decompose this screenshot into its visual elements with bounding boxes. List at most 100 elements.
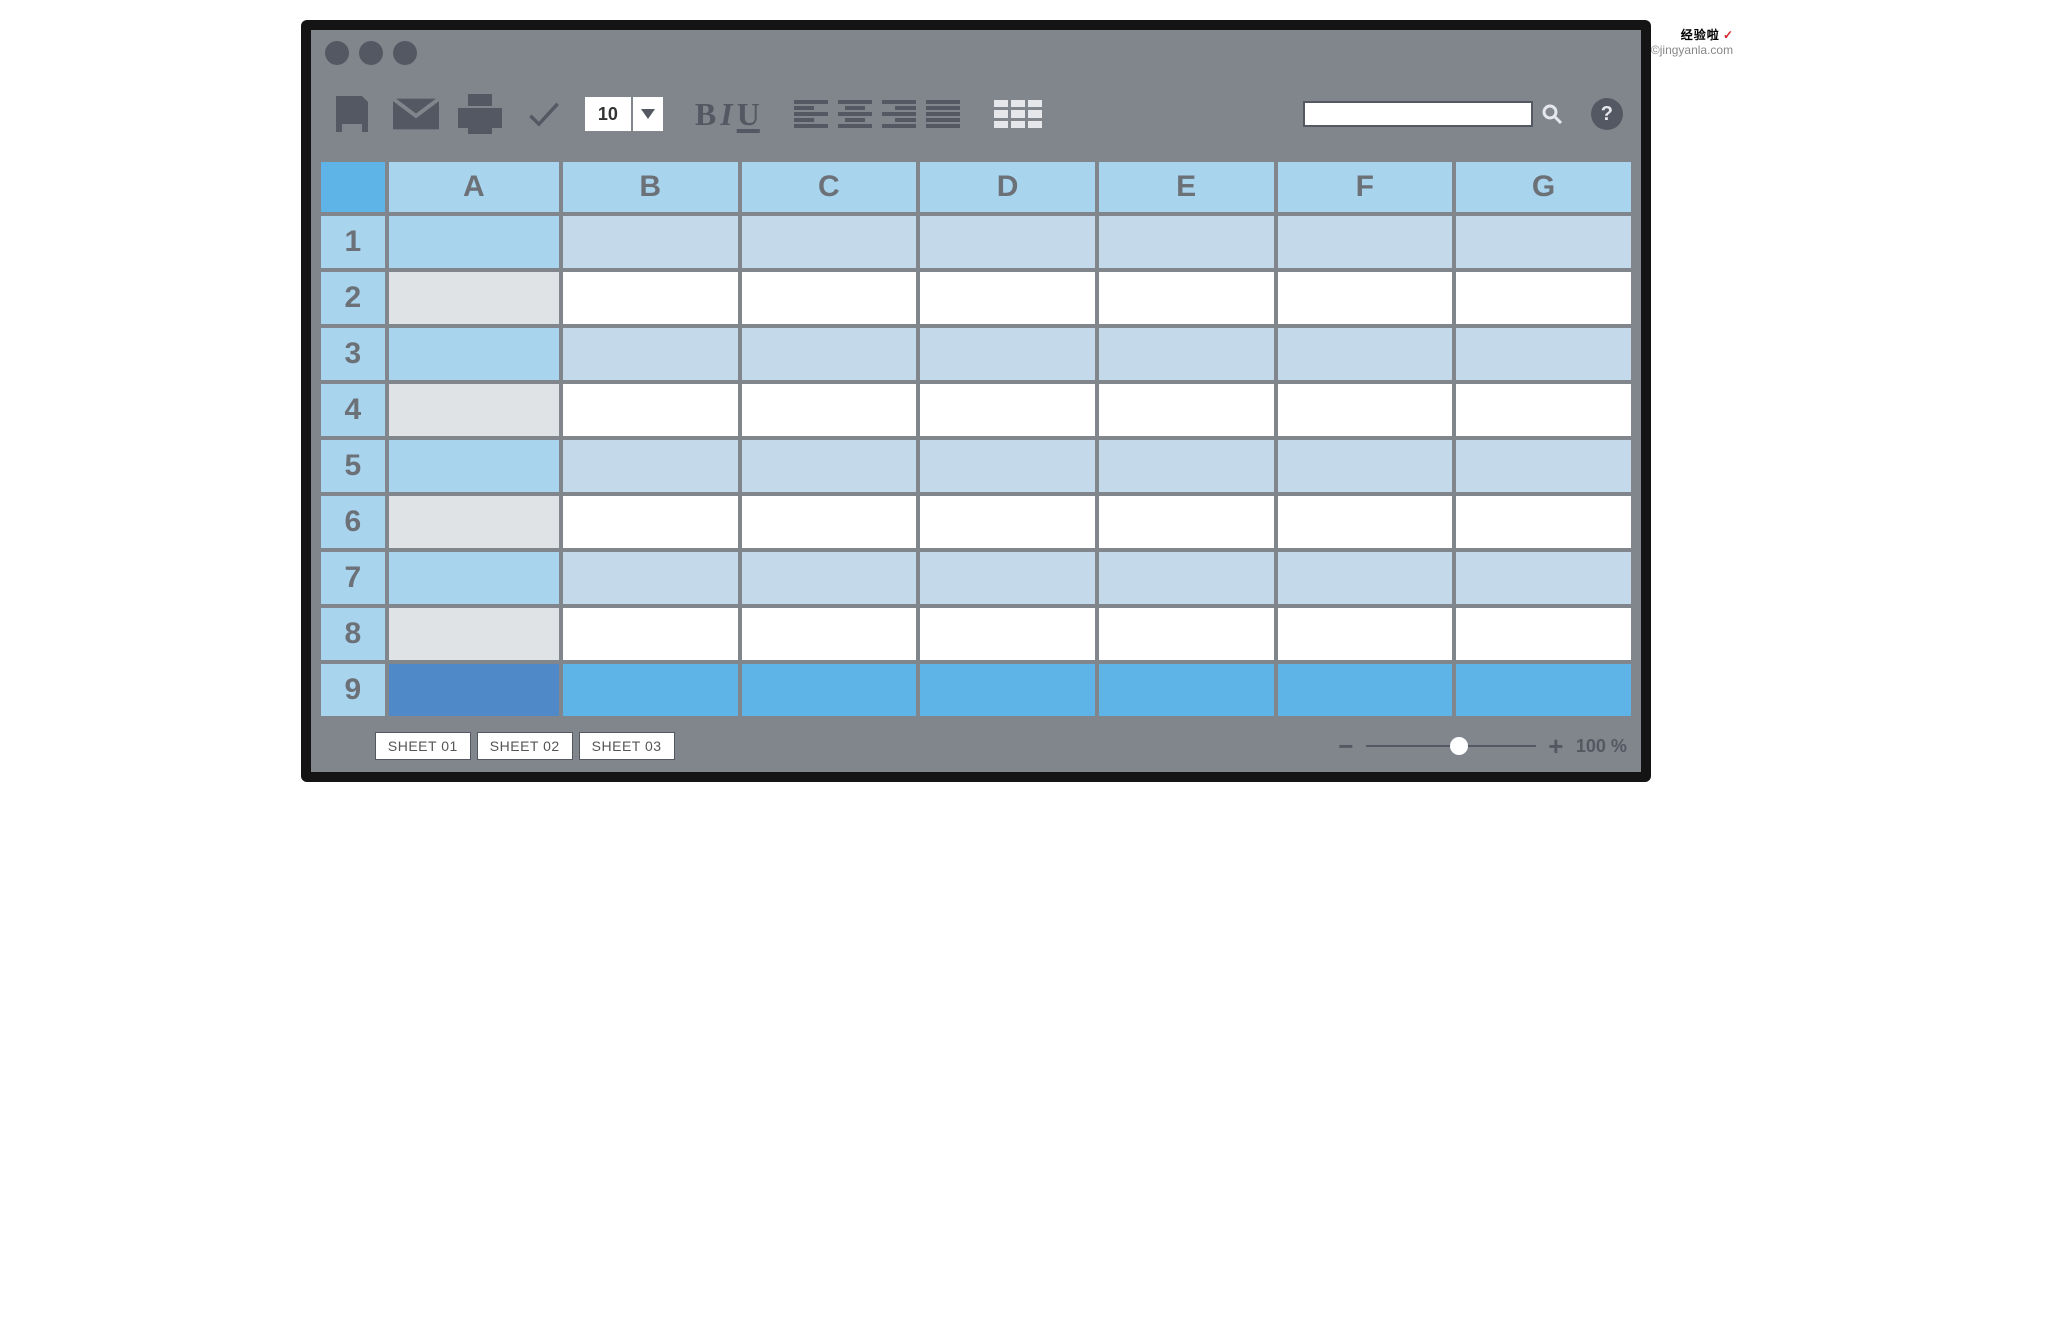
cell[interactable] [1456,552,1631,604]
select-all-corner[interactable] [321,162,385,212]
cell[interactable] [1278,664,1453,716]
italic-button[interactable]: I [720,96,732,133]
cell[interactable] [1456,440,1631,492]
cell[interactable] [563,664,738,716]
cell[interactable] [563,328,738,380]
cell[interactable] [1099,272,1274,324]
zoom-out-button[interactable]: − [1336,733,1356,759]
cell[interactable] [1278,216,1453,268]
column-header[interactable]: E [1099,162,1274,212]
cell[interactable] [1099,440,1274,492]
window-maximize-button[interactable] [393,41,417,65]
cell[interactable] [563,384,738,436]
bold-button[interactable]: B [695,96,716,133]
sheet-tab[interactable]: SHEET 02 [477,732,573,760]
cell[interactable] [1456,496,1631,548]
cell[interactable] [742,272,917,324]
cell[interactable] [1278,440,1453,492]
column-header[interactable]: A [389,162,559,212]
font-size-selector[interactable]: 10 [585,97,663,131]
cell[interactable] [389,384,559,436]
cell[interactable] [1456,272,1631,324]
cell[interactable] [389,328,559,380]
search-icon[interactable] [1541,103,1563,125]
cell[interactable] [1278,384,1453,436]
zoom-slider-knob[interactable] [1450,737,1468,755]
font-size-value[interactable]: 10 [585,97,633,131]
cell[interactable] [389,440,559,492]
cell[interactable] [742,384,917,436]
print-icon[interactable] [457,91,503,137]
cell[interactable] [389,608,559,660]
row-header[interactable]: 5 [321,440,385,492]
cell[interactable] [742,328,917,380]
cell[interactable] [1278,496,1453,548]
column-header[interactable]: D [920,162,1095,212]
checkmark-icon[interactable] [521,91,567,137]
cell[interactable] [1456,328,1631,380]
column-header[interactable]: B [563,162,738,212]
cell[interactable] [920,496,1095,548]
cell[interactable] [742,496,917,548]
cell[interactable] [920,328,1095,380]
row-header[interactable]: 6 [321,496,385,548]
column-header[interactable]: F [1278,162,1453,212]
cell[interactable] [920,384,1095,436]
cell[interactable] [1099,328,1274,380]
cell[interactable] [920,552,1095,604]
cell[interactable] [742,608,917,660]
cell[interactable] [1278,272,1453,324]
zoom-slider[interactable] [1366,745,1536,747]
cell[interactable] [1278,608,1453,660]
cell[interactable] [920,608,1095,660]
cell[interactable] [920,272,1095,324]
row-header[interactable]: 7 [321,552,385,604]
cell[interactable] [563,272,738,324]
row-header[interactable]: 8 [321,608,385,660]
cell[interactable] [1456,608,1631,660]
cell[interactable] [742,664,917,716]
cell[interactable] [1099,384,1274,436]
column-header[interactable]: G [1456,162,1631,212]
align-left-icon[interactable] [794,100,828,128]
cell[interactable] [1099,216,1274,268]
save-icon[interactable] [329,91,375,137]
mail-icon[interactable] [393,91,439,137]
cell[interactable] [1099,552,1274,604]
cell[interactable] [563,496,738,548]
row-header[interactable]: 1 [321,216,385,268]
help-button[interactable]: ? [1591,98,1623,130]
row-header[interactable]: 2 [321,272,385,324]
align-justify-icon[interactable] [926,100,960,128]
cell[interactable] [563,608,738,660]
cell[interactable] [1099,496,1274,548]
cell[interactable] [389,272,559,324]
cell[interactable] [920,216,1095,268]
cell[interactable] [920,440,1095,492]
cell[interactable] [742,552,917,604]
cell[interactable] [389,496,559,548]
insert-table-icon[interactable] [994,100,1042,128]
cell[interactable] [389,664,559,716]
cell[interactable] [920,664,1095,716]
sheet-tab[interactable]: SHEET 01 [375,732,471,760]
cell[interactable] [563,552,738,604]
cell[interactable] [742,440,917,492]
cell[interactable] [1099,664,1274,716]
window-minimize-button[interactable] [359,41,383,65]
cell[interactable] [1278,328,1453,380]
align-right-icon[interactable] [882,100,916,128]
cell[interactable] [1456,384,1631,436]
cell[interactable] [389,552,559,604]
search-input[interactable] [1303,101,1533,127]
row-header[interactable]: 3 [321,328,385,380]
cell[interactable] [1456,216,1631,268]
underline-button[interactable]: U [737,96,760,133]
dropdown-arrow-icon[interactable] [633,97,663,131]
column-header[interactable]: C [742,162,917,212]
cell[interactable] [389,216,559,268]
cell[interactable] [1456,664,1631,716]
zoom-in-button[interactable]: + [1546,733,1566,759]
row-header[interactable]: 9 [321,664,385,716]
sheet-tab[interactable]: SHEET 03 [579,732,675,760]
